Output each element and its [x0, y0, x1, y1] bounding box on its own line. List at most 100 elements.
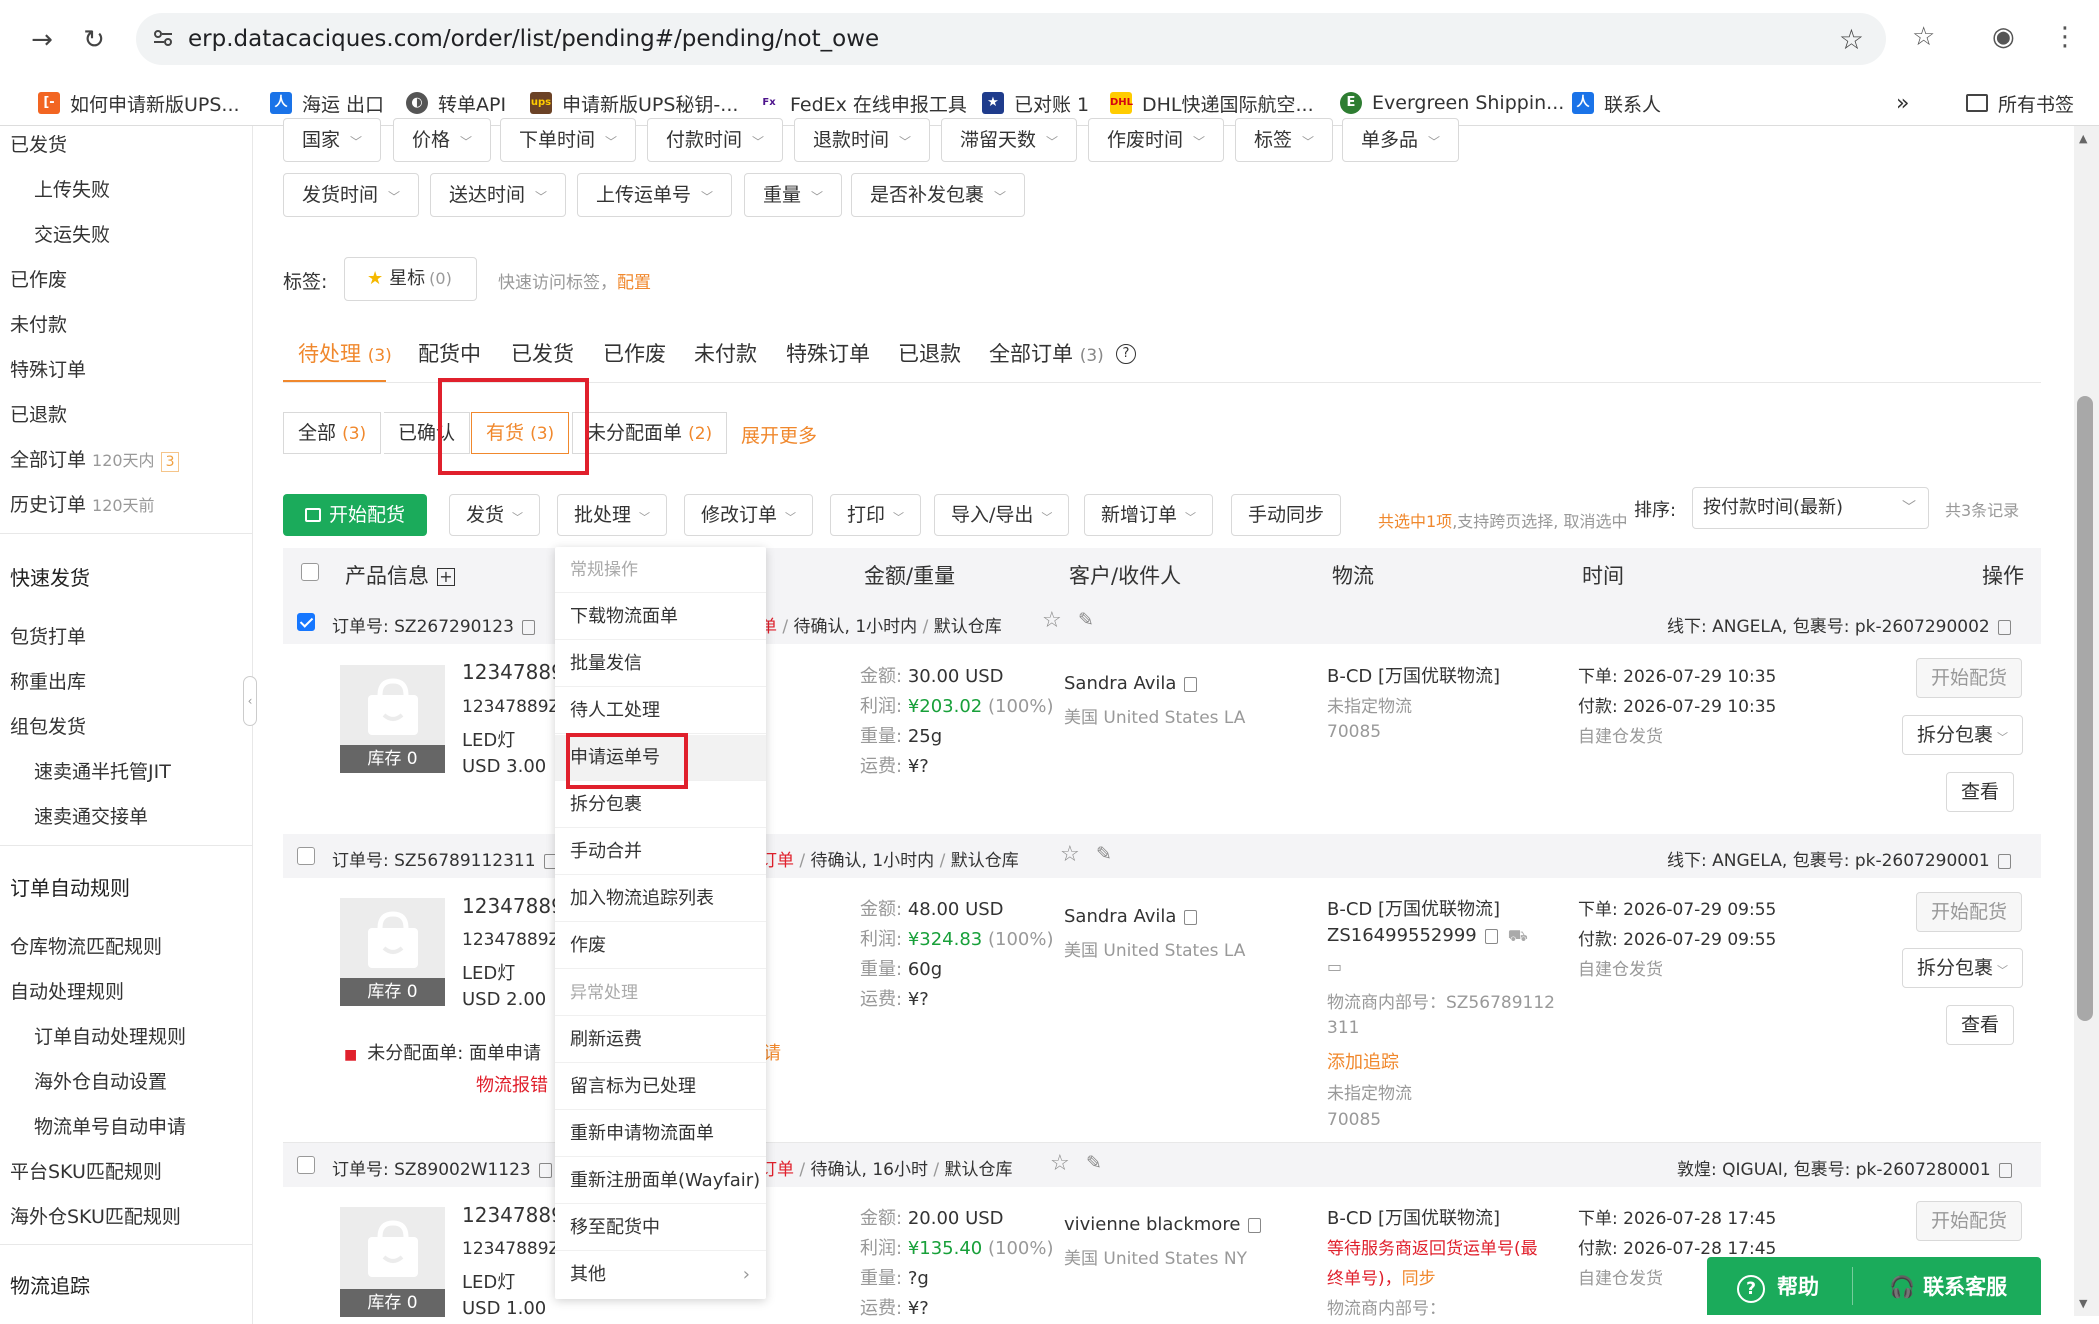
sidebar-item-special[interactable]: 特殊订单	[10, 355, 86, 382]
menu-item-manual-merge[interactable]: 手动合并	[555, 829, 766, 875]
url-text[interactable]: erp.datacaciques.com/order/list/pending#…	[188, 26, 879, 52]
filter-single-multi[interactable]: 单多品 ﹀	[1342, 118, 1460, 162]
product-sku[interactable]: 12347889	[462, 894, 564, 918]
menu-item-refresh-freight[interactable]: 刷新运费	[555, 1017, 766, 1063]
tab-shipped[interactable]: 已发货	[511, 338, 574, 368]
help-button[interactable]: ? 帮助	[1737, 1271, 1819, 1303]
truck-icon[interactable]: ⛟	[1508, 926, 1528, 945]
sidebar-item-unpaid[interactable]: 未付款	[10, 310, 67, 337]
carrier[interactable]: B-CD [万国优联物流]	[1327, 662, 1500, 688]
filter-order-time[interactable]: 下单时间 ﹀	[500, 118, 637, 162]
extensions-star-icon[interactable]: ☆	[1912, 22, 1935, 52]
split-package-button[interactable]: 拆分包裹 ﹀	[1902, 715, 2024, 755]
tab-voided[interactable]: 已作废	[603, 338, 666, 368]
product-sku[interactable]: 12347889	[462, 660, 564, 684]
bookmark-item[interactable]: [- 如何申请新版UPS...	[38, 88, 240, 118]
split-package-button[interactable]: 拆分包裹 ﹀	[1902, 948, 2024, 988]
tab-refunded[interactable]: 已退款	[898, 338, 961, 368]
import-export-button[interactable]: 导入/导出 ﹀	[934, 494, 1070, 536]
star-outline-icon[interactable]: ☆	[1050, 1151, 1070, 1176]
expand-more-link[interactable]: 展开更多	[741, 421, 817, 448]
bookmark-item[interactable]: ups 申请新版UPS秘钥-...	[530, 88, 738, 118]
sidebar-item-warehouse-rules[interactable]: 仓库物流匹配规则	[10, 932, 162, 959]
sidebar-section-auto-rules[interactable]: 订单自动规则	[10, 872, 130, 901]
order-checkbox[interactable]	[297, 1156, 315, 1174]
more-bookmarks-icon[interactable]: »	[1896, 88, 1909, 118]
filter-pay-time[interactable]: 付款时间 ﹀	[647, 118, 784, 162]
sidebar-item-order-auto-rules[interactable]: 订单自动处理规则	[34, 1022, 186, 1049]
sidebar-item-overseas-settings[interactable]: 海外仓自动设置	[34, 1067, 167, 1094]
sidebar-item-voided[interactable]: 已作废	[10, 265, 67, 292]
contact-support-button[interactable]: 🎧 联系客服	[1889, 1271, 2007, 1301]
start-allocation-row-button[interactable]: 开始配货	[1916, 892, 2023, 932]
bookmark-item[interactable]: Fx FedEx 在线申报工具	[758, 88, 967, 118]
product-thumbnail[interactable]: 库存 0	[340, 1207, 445, 1317]
bookmark-item[interactable]: DHL DHL快递国际航空...	[1110, 88, 1314, 118]
config-link[interactable]: 配置	[617, 273, 651, 293]
tab-allocating[interactable]: 配货中	[418, 338, 481, 368]
copy-icon[interactable]	[1998, 1162, 2012, 1178]
carrier[interactable]: B-CD [万国优联物流]	[1327, 1204, 1500, 1230]
order-checkbox[interactable]	[297, 613, 315, 631]
filter-refund-time[interactable]: 退款时间 ﹀	[794, 118, 931, 162]
sidebar-section-tracking[interactable]: 物流追踪	[10, 1270, 90, 1299]
copy-icon[interactable]	[521, 619, 535, 635]
menu-item-other[interactable]: 其他 ›	[555, 1252, 766, 1298]
sidebar-item-auto-process[interactable]: 自动处理规则	[10, 977, 124, 1004]
edit-note-icon[interactable]: ✎	[1078, 609, 1094, 631]
sidebar-item-dispatch-failed[interactable]: 交运失败	[34, 220, 110, 247]
filter-ship-time[interactable]: 发货时间 ﹀	[283, 173, 420, 217]
tab-pending[interactable]: 待处理 (3)	[298, 338, 392, 368]
vertical-scrollbar[interactable]: ▲ ▼	[2074, 126, 2099, 1316]
menu-item-manual-handling[interactable]: 待人工处理	[555, 688, 766, 734]
menu-item-add-tracking-list[interactable]: 加入物流追踪列表	[555, 876, 766, 922]
filter-reship[interactable]: 是否补发包裹 ﹀	[851, 173, 1026, 217]
print-button[interactable]: 打印 ﹀	[830, 494, 922, 536]
bookmark-item[interactable]: E Evergreen Shippin...	[1340, 88, 1564, 118]
filter-weight[interactable]: 重量 ﹀	[744, 173, 843, 217]
sort-select[interactable]: 按付款时间(最新) ﹀	[1692, 487, 1929, 529]
sidebar-item-tracking-auto[interactable]: 物流单号自动申请	[34, 1112, 186, 1139]
tracking-number[interactable]: ZS16499552999 ⛟	[1327, 925, 1528, 947]
edit-order-button[interactable]: 修改订单 ﹀	[684, 494, 814, 536]
menu-item-reapply-label[interactable]: 重新申请物流面单	[555, 1111, 766, 1157]
subtab-unassigned-label[interactable]: 未分配面单 (2)	[572, 412, 728, 454]
help-question-icon[interactable]: ?	[1116, 344, 1136, 364]
sidebar-item-refunded[interactable]: 已退款	[10, 400, 67, 427]
bookmark-star-icon[interactable]: ☆	[1839, 23, 1864, 56]
start-allocation-row-button[interactable]: 开始配货	[1916, 658, 2023, 698]
label-printer-icon[interactable]: ▭	[1327, 957, 1342, 976]
view-button[interactable]: 查看	[1946, 772, 2015, 812]
scroll-down-icon[interactable]: ▼	[2079, 1297, 2087, 1310]
star-tag-button[interactable]: ★ 星标 (0)	[344, 257, 477, 301]
select-all-checkbox[interactable]	[301, 563, 319, 581]
menu-dots-icon[interactable]: ⋮	[2052, 22, 2078, 52]
bookmark-item[interactable]: 人海运 出口	[270, 88, 384, 118]
menu-item-download-label[interactable]: 下载物流面单	[555, 594, 766, 640]
scroll-up-icon[interactable]: ▲	[2079, 132, 2087, 145]
sidebar-item-shipped[interactable]: 已发货	[10, 130, 67, 157]
start-allocation-button[interactable]: 开始配货	[283, 494, 427, 536]
filter-price[interactable]: 价格 ﹀	[393, 118, 492, 162]
filter-tag[interactable]: 标签 ﹀	[1235, 118, 1334, 162]
carrier[interactable]: B-CD [万国优联物流]	[1327, 895, 1500, 921]
copy-icon[interactable]	[1484, 928, 1498, 944]
view-button[interactable]: 查看	[1946, 1005, 2015, 1045]
forward-icon[interactable]: →	[24, 22, 60, 58]
sidebar-item-aliexpress-jit[interactable]: 速卖通半托管JIT	[34, 757, 171, 784]
sidebar-item-weigh-out[interactable]: 称重出库	[10, 667, 86, 694]
add-tracking-link[interactable]: 添加追踪	[1327, 1048, 1399, 1074]
tab-unpaid[interactable]: 未付款	[694, 338, 757, 368]
product-thumbnail[interactable]: 库存 0	[340, 665, 445, 773]
filter-country[interactable]: 国家 ﹀	[283, 118, 382, 162]
sync-link[interactable]: 同步	[1402, 1269, 1436, 1289]
sidebar-item-all-orders[interactable]: 全部订单 120天内 3	[10, 445, 180, 472]
logistics-error[interactable]: 物流报错	[476, 1071, 548, 1097]
filter-delivery-time[interactable]: 送达时间 ﹀	[430, 173, 567, 217]
profile-icon[interactable]: ◉	[1992, 22, 2015, 52]
copy-icon[interactable]	[1184, 676, 1198, 692]
reload-icon[interactable]: ↻	[76, 22, 112, 58]
tab-special[interactable]: 特殊订单	[786, 338, 870, 368]
copy-icon[interactable]	[538, 1162, 552, 1178]
batch-process-button[interactable]: 批处理 ﹀	[557, 494, 668, 536]
